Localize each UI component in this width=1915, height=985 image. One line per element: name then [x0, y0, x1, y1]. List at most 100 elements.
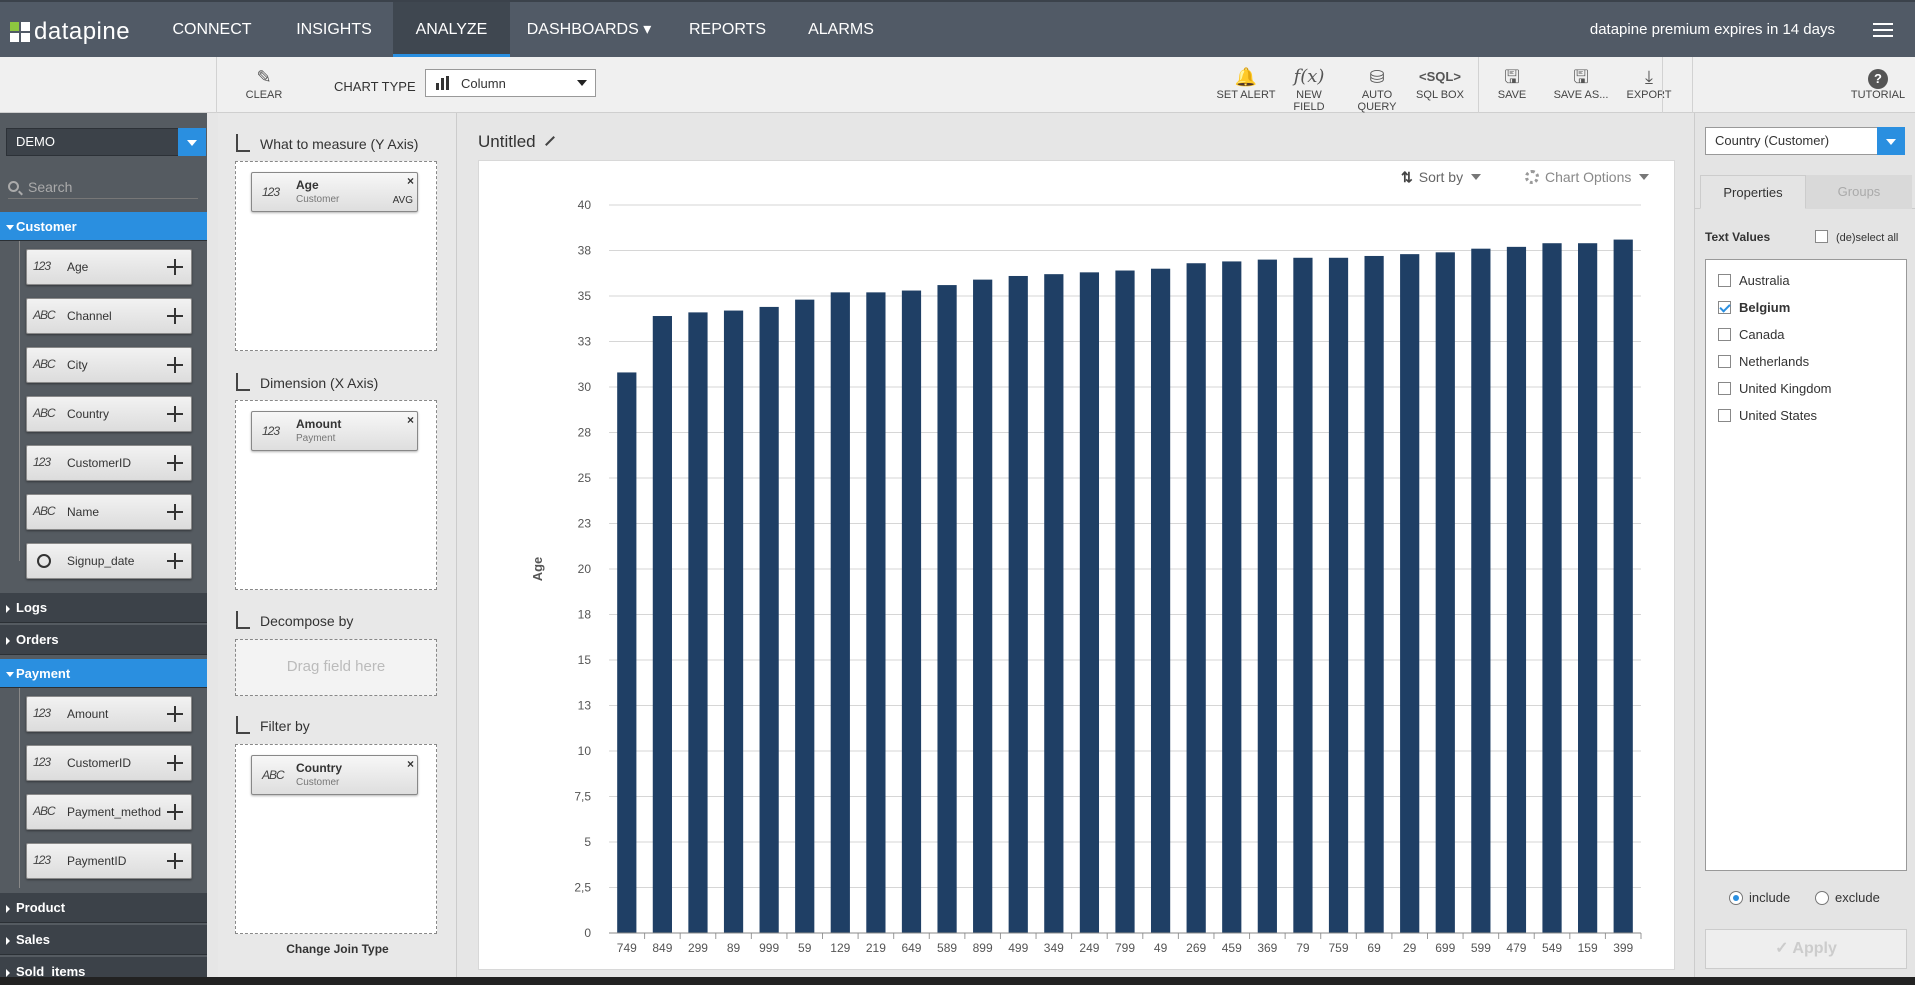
bar[interactable]	[1435, 252, 1455, 933]
field-name[interactable]: ABC Name	[26, 494, 192, 530]
save-as-button[interactable]: 🖫 SAVE AS...	[1552, 65, 1610, 101]
bar[interactable]	[1079, 272, 1100, 934]
exclude-radio[interactable]: exclude	[1815, 890, 1880, 905]
bar[interactable]	[723, 310, 744, 933]
checkbox[interactable]	[1718, 382, 1731, 395]
move-icon[interactable]	[167, 553, 183, 569]
bar[interactable]	[1115, 270, 1135, 933]
close-icon[interactable]: ×	[407, 413, 414, 427]
bar[interactable]	[1008, 275, 1028, 934]
field-city[interactable]: ABC City	[26, 347, 192, 383]
chart-type-select[interactable]: Column	[425, 69, 596, 97]
sort-by-button[interactable]: ⇅ Sort by	[1401, 169, 1482, 186]
radio-selected[interactable]	[1729, 891, 1743, 905]
bar[interactable]	[901, 290, 922, 933]
list-item[interactable]: Belgium	[1718, 300, 1790, 315]
move-icon[interactable]	[167, 504, 183, 520]
field-payment-method[interactable]: ABC Payment_method	[26, 794, 192, 830]
list-item[interactable]: United States	[1718, 408, 1817, 423]
menu-icon[interactable]	[1873, 23, 1893, 37]
move-icon[interactable]	[167, 755, 183, 771]
bar[interactable]	[617, 372, 637, 933]
bar[interactable]	[1613, 239, 1633, 933]
field-payment-customerid[interactable]: 123 CustomerID	[26, 745, 192, 781]
field-channel[interactable]: ABC Channel	[26, 298, 192, 334]
bar[interactable]	[973, 279, 993, 933]
bar[interactable]	[1400, 254, 1420, 933]
table-customer[interactable]: Customer	[0, 212, 207, 241]
nav-insights[interactable]: INSIGHTS	[280, 2, 388, 57]
move-icon[interactable]	[167, 706, 183, 722]
bar[interactable]	[1293, 257, 1313, 933]
export-button[interactable]: ⤓ EXPORT	[1624, 65, 1674, 101]
bar[interactable]	[688, 312, 708, 933]
filter-field-select[interactable]: Country (Customer)	[1705, 127, 1905, 155]
bar[interactable]	[1150, 268, 1171, 933]
bar[interactable]	[1506, 246, 1527, 934]
filter-chip-country[interactable]: ABC Country Customer ×	[251, 755, 418, 795]
apply-button[interactable]: ✓ Apply	[1705, 929, 1907, 969]
move-icon[interactable]	[167, 259, 183, 275]
list-item[interactable]: United Kingdom	[1718, 381, 1832, 396]
checkbox[interactable]	[1718, 355, 1731, 368]
checkbox-icon[interactable]	[1815, 230, 1828, 243]
move-icon[interactable]	[167, 406, 183, 422]
close-icon[interactable]: ×	[407, 174, 414, 188]
move-icon[interactable]	[167, 308, 183, 324]
table-product[interactable]: Product	[0, 893, 207, 923]
auto-query-button[interactable]: ⛁ AUTO QUERY	[1342, 65, 1412, 113]
tab-properties[interactable]: Properties	[1700, 175, 1806, 209]
list-item[interactable]: Australia	[1718, 273, 1790, 288]
checkbox[interactable]	[1718, 409, 1731, 422]
measure-dropzone[interactable]: 123 Age Customer × AVG	[235, 161, 437, 351]
nav-reports[interactable]: REPORTS	[676, 2, 779, 57]
nav-dashboards[interactable]: DASHBOARDS ▾	[522, 2, 656, 57]
nav-analyze[interactable]: ANALYZE	[393, 2, 510, 57]
move-icon[interactable]	[167, 804, 183, 820]
move-icon[interactable]	[167, 455, 183, 471]
field-customerid[interactable]: 123 CustomerID	[26, 445, 192, 481]
list-item[interactable]: Netherlands	[1718, 354, 1809, 369]
field-paymentid[interactable]: 123 PaymentID	[26, 843, 192, 879]
bar[interactable]	[1542, 243, 1562, 934]
chart-options-button[interactable]: Chart Options	[1525, 169, 1650, 185]
dimension-chip-amount[interactable]: 123 Amount Payment ×	[251, 411, 418, 451]
bar[interactable]	[1257, 259, 1277, 934]
table-sales[interactable]: Sales	[0, 925, 207, 955]
tab-groups[interactable]: Groups	[1806, 175, 1912, 209]
bar[interactable]	[1186, 263, 1206, 933]
new-field-button[interactable]: f(x) NEW FIELD	[1280, 65, 1338, 113]
bar[interactable]	[1364, 255, 1384, 934]
bar[interactable]	[1328, 257, 1349, 933]
field-country[interactable]: ABC Country	[26, 396, 192, 432]
chevron-down-icon[interactable]	[178, 128, 206, 156]
datasource-select[interactable]: DEMO	[6, 128, 206, 156]
move-icon[interactable]	[167, 853, 183, 869]
nav-alarms[interactable]: ALARMS	[793, 2, 889, 57]
filter-dropzone[interactable]: ABC Country Customer ×	[235, 744, 437, 934]
clear-button[interactable]: ✎ CLEAR	[240, 65, 288, 101]
datapine-logo[interactable]: datapine	[10, 18, 130, 46]
move-icon[interactable]	[167, 357, 183, 373]
decompose-dropzone[interactable]: Drag field here	[235, 639, 437, 696]
bar[interactable]	[830, 292, 850, 933]
field-amount[interactable]: 123 Amount	[26, 696, 192, 732]
deselect-all-checkbox[interactable]: (de)select all	[1815, 230, 1898, 244]
premium-notice[interactable]: datapine premium expires in 14 days	[1590, 2, 1835, 57]
field-search-input[interactable]: Search	[8, 177, 198, 199]
list-item[interactable]: Canada	[1718, 327, 1785, 342]
edit-icon[interactable]	[544, 136, 555, 146]
set-alert-button[interactable]: 🔔 SET ALERT	[1216, 65, 1276, 101]
checkbox[interactable]	[1718, 328, 1731, 341]
table-payment[interactable]: Payment	[0, 659, 207, 688]
radio[interactable]	[1815, 891, 1829, 905]
bar[interactable]	[1578, 243, 1598, 934]
bar[interactable]	[1044, 274, 1064, 933]
chart-title[interactable]: Untitled	[478, 132, 556, 152]
bar[interactable]	[1222, 261, 1242, 933]
aggregation-label[interactable]: AVG	[393, 195, 413, 206]
bar[interactable]	[652, 316, 672, 933]
measure-chip-age[interactable]: 123 Age Customer × AVG	[251, 172, 418, 212]
checkbox[interactable]	[1718, 274, 1731, 287]
sql-box-button[interactable]: <SQL> SQL BOX	[1414, 65, 1466, 101]
